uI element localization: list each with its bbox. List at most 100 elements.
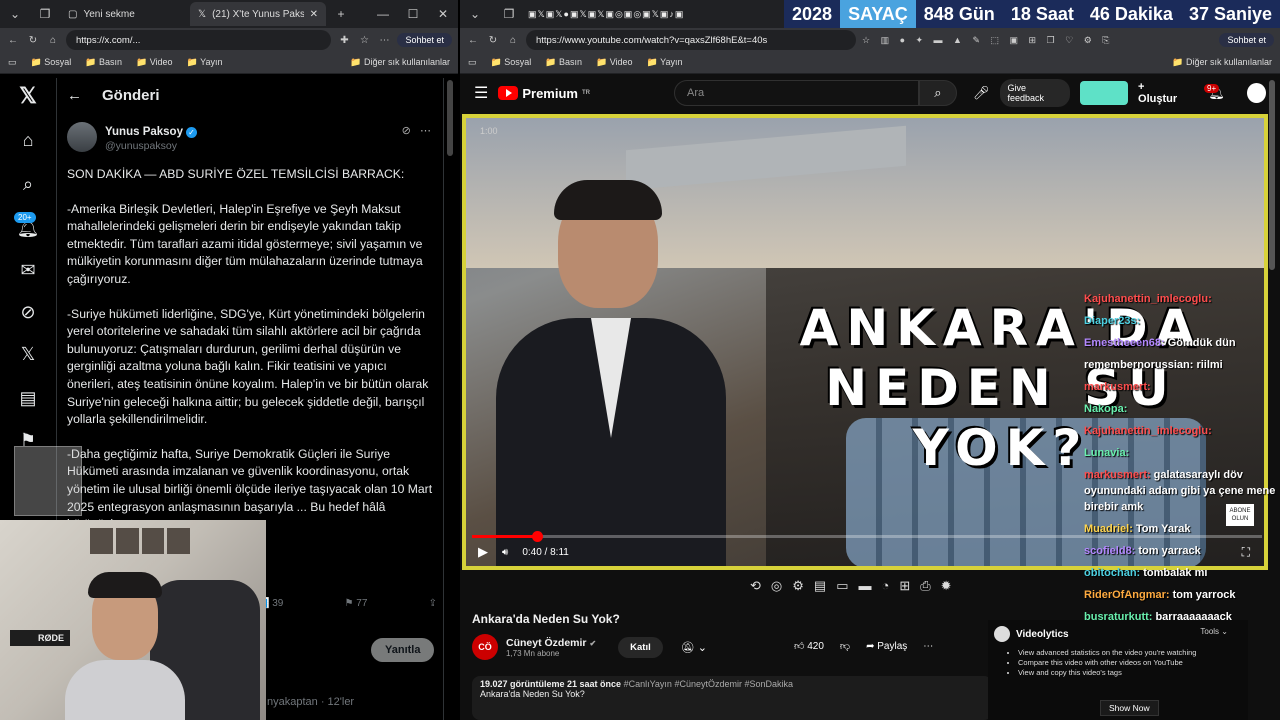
bookmark-basin[interactable]: 📁 Basın	[545, 57, 582, 68]
settings-icon[interactable]: ✹	[941, 578, 952, 594]
copilot-chat-button[interactable]: Sohbet et	[1219, 33, 1274, 47]
scrollbar[interactable]	[447, 80, 453, 156]
extensions-strip[interactable]: ☆ ▥ ● ✦ ▬ ▲ ✎ ⬚ ▣ ⊞ ❐ ♡ ⚙ ⎘	[862, 35, 1213, 46]
share-button[interactable]: ➦ Paylaş	[866, 641, 907, 652]
explore-icon[interactable]: ⌕	[16, 172, 40, 196]
reply-button[interactable]: Yanıtla	[371, 638, 435, 662]
reading-list-icon[interactable]: ▭	[8, 57, 17, 68]
tab-list-icon[interactable]: ⌄	[460, 7, 490, 21]
bookmark-sosyal[interactable]: 📁 Sosyal	[491, 57, 532, 68]
bookmark-label: Video	[609, 57, 633, 67]
more-icon[interactable]: ⋯	[377, 35, 391, 46]
audio-icon[interactable]: ◎	[771, 578, 782, 594]
play-icon[interactable]: ▶	[478, 544, 488, 560]
grok-icon[interactable]: ⊘	[16, 300, 40, 324]
scrollbar[interactable]	[1269, 80, 1275, 270]
post-header: ← Gönderi	[57, 78, 443, 112]
create-button[interactable]: + Oluştur	[1138, 81, 1184, 105]
volume-icon[interactable]: 🔊︎	[502, 547, 508, 558]
refresh-icon[interactable]: ↻	[486, 35, 500, 46]
minimize-icon[interactable]: —	[368, 7, 398, 21]
url-field[interactable]: https://x.com/...	[66, 30, 332, 50]
pip-icon[interactable]: ▭	[836, 578, 848, 594]
chat-username: obitochan:	[1084, 567, 1141, 579]
back-icon[interactable]: ←	[466, 35, 480, 46]
bookmark-video[interactable]: 📁 Video	[136, 57, 173, 68]
extension-icon[interactable]: ✚	[337, 35, 351, 46]
url-field[interactable]: https://www.youtube.com/watch?v=qaxsZlf6…	[526, 30, 856, 50]
bookmark-count[interactable]: ⚑ 77	[345, 598, 368, 609]
left-tab-bar: ⌄ ❐ ▢ Yeni sekme 𝕏 (21) X'te Yunus Pakso…	[0, 0, 458, 28]
home-icon[interactable]: ⌂	[46, 35, 60, 46]
other-bookmarks[interactable]: 📁 Diğer sık kullanılanlar	[1172, 57, 1272, 68]
camera-settings-icon[interactable]: ⚙	[792, 578, 804, 594]
tools-dropdown[interactable]: Tools ⌄	[1200, 627, 1228, 636]
back-arrow-icon[interactable]: ←	[67, 87, 82, 104]
tab-list-icon[interactable]: ⌄	[0, 7, 30, 21]
tab-new[interactable]: ▢ Yeni sekme	[60, 2, 190, 26]
x-logo-icon[interactable]: 𝕏	[16, 84, 40, 108]
frame-icon[interactable]: ⊞	[899, 578, 910, 594]
refresh-icon[interactable]: ↻	[26, 35, 40, 46]
share-icon[interactable]: ⇪	[429, 598, 437, 609]
reading-list-icon[interactable]: ▭	[468, 57, 477, 68]
search-input[interactable]: Ara	[673, 80, 919, 106]
bookmark-video[interactable]: 📁 Video	[596, 57, 633, 68]
menu-icon[interactable]: ☰	[474, 83, 488, 103]
youtube-logo[interactable]: Premium TR	[498, 86, 590, 101]
maximize-icon[interactable]: ☐	[398, 7, 428, 21]
author-handle[interactable]: @yunuspaksoy	[105, 140, 197, 152]
right-tab-bar: ⌄ ❐ ▣𝕏▣𝕏●▣𝕏▣𝕏▣◎▣◎▣𝕏▣♪▣ 2028 SAYAÇ 848 Gü…	[460, 0, 1280, 28]
search-icon[interactable]: ⌕	[918, 80, 957, 106]
hashtags[interactable]: #CanlıYayın #CüneytÖzdemir #SonDakika	[624, 679, 793, 689]
loop-icon[interactable]: ⟲	[750, 578, 761, 594]
account-avatar[interactable]	[1246, 83, 1266, 103]
channel-name[interactable]: Cüneyt Özdemir ✔	[506, 637, 596, 649]
show-now-button[interactable]: Show Now	[1100, 700, 1159, 716]
new-tab-icon[interactable]: +	[326, 7, 356, 21]
speed-icon[interactable]: ◔	[882, 578, 890, 594]
copilot-chat-button[interactable]: Sohbet et	[397, 33, 452, 47]
more-icon[interactable]: ⋯	[923, 641, 933, 652]
messages-icon[interactable]: ✉	[16, 258, 40, 282]
close-window-icon[interactable]: ✕	[428, 7, 458, 21]
progress-scrubber[interactable]	[531, 531, 543, 542]
lists-icon[interactable]: ▤	[16, 386, 40, 410]
feature-item: Compare this video with other videos on …	[1018, 658, 1248, 668]
dislike-icon[interactable]: 👎︎	[840, 640, 850, 652]
grok-icon[interactable]: ⊘	[402, 125, 411, 137]
like-button[interactable]: 👍︎ 420	[794, 640, 824, 652]
description-box[interactable]: 19.027 görüntüleme 21 saat önce #CanlıYa…	[472, 676, 992, 720]
workspaces-icon[interactable]: ❐	[494, 7, 524, 21]
favorites-icon[interactable]: ☆	[357, 35, 371, 46]
bookmark-yayin[interactable]: 📁 Yayın	[647, 57, 683, 68]
give-feedback-button[interactable]: Give feedback	[999, 79, 1071, 107]
mic-icon[interactable]: 🎤︎	[973, 85, 990, 101]
subscription-bell-icon[interactable]: 🔕︎ ⌄	[681, 641, 707, 654]
bookmark-basin[interactable]: 📁 Basın	[85, 57, 122, 68]
tab-x-post[interactable]: 𝕏 (21) X'te Yunus Paksoy: "S ✕	[190, 2, 326, 26]
chat-username: remembernorussian:	[1084, 359, 1194, 371]
clip-icon[interactable]: ▤	[814, 578, 826, 594]
home-icon[interactable]: ⌂	[506, 35, 520, 46]
close-tab-icon[interactable]: ✕	[310, 9, 318, 20]
channel-avatar[interactable]: CÖ	[472, 634, 498, 660]
author-name[interactable]: Yunus Paksoy	[105, 126, 183, 138]
other-bookmarks[interactable]: 📁 Diğer sık kullanılanlar	[350, 57, 450, 68]
reply-user[interactable]: nyakaptan · 12'ler	[267, 696, 354, 708]
more-icon[interactable]: ⋯	[420, 125, 431, 137]
premium-icon[interactable]: 𝕏	[16, 342, 40, 366]
webcam-overlay: RØDE	[0, 520, 266, 720]
avatar[interactable]	[67, 122, 97, 152]
extension-toggle[interactable]	[1080, 81, 1129, 105]
screenshot-icon[interactable]: ⎙	[920, 578, 930, 594]
pinned-tabs-strip[interactable]: ▣𝕏▣𝕏●▣𝕏▣𝕏▣◎▣◎▣𝕏▣♪▣	[528, 9, 684, 20]
theater-icon[interactable]: ▬	[859, 578, 872, 594]
back-icon[interactable]: ←	[6, 35, 20, 46]
chat-message: scofield8: tom yarrack	[1084, 540, 1280, 562]
bookmark-yayin[interactable]: 📁 Yayın	[187, 57, 223, 68]
bookmark-sosyal[interactable]: 📁 Sosyal	[31, 57, 72, 68]
workspaces-icon[interactable]: ❐	[30, 7, 60, 21]
home-icon[interactable]: ⌂	[16, 128, 40, 152]
join-button[interactable]: Katıl	[618, 636, 663, 658]
